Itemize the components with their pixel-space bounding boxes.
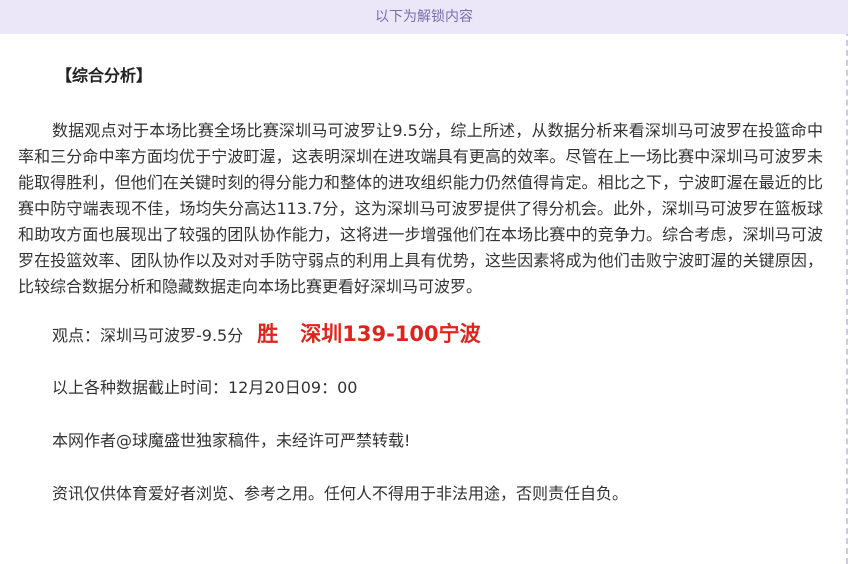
article-content: 【综合分析】 数据观点对于本场比赛全场比赛深圳马可波罗让9.5分，综上所述，从数… (18, 46, 823, 506)
verdict-line: 观点：深圳马可波罗-9.5分 胜 深圳139-100宁波 (52, 322, 823, 348)
copyright-notice: 本网作者@球魔盛世独家稿件，未经许可严禁转载! (52, 431, 411, 450)
data-cutoff-text: 以上各种数据截止时间：12月20日09：00 (52, 378, 358, 397)
disclaimer-text: 资讯仅供体育爱好者浏览、参考之用。任何人不得用于非法用途，否则责任自负。 (52, 484, 629, 503)
section-heading: 【综合分析】 (56, 66, 153, 85)
article-frame: 以下为解锁内容 【综合分析】 数据观点对于本场比赛全场比赛深圳马可波罗让9.5分… (0, 0, 848, 564)
unlock-banner: 以下为解锁内容 (0, 0, 848, 34)
verdict-label: 观点：深圳马可波罗-9.5分 (52, 326, 244, 345)
analysis-paragraph: 数据观点对于本场比赛全场比赛深圳马可波罗让9.5分，综上所述，从数据分析来看深圳… (18, 121, 823, 296)
verdict-score: 深圳139-100宁波 (300, 322, 481, 346)
verdict-result: 胜 (257, 322, 279, 346)
